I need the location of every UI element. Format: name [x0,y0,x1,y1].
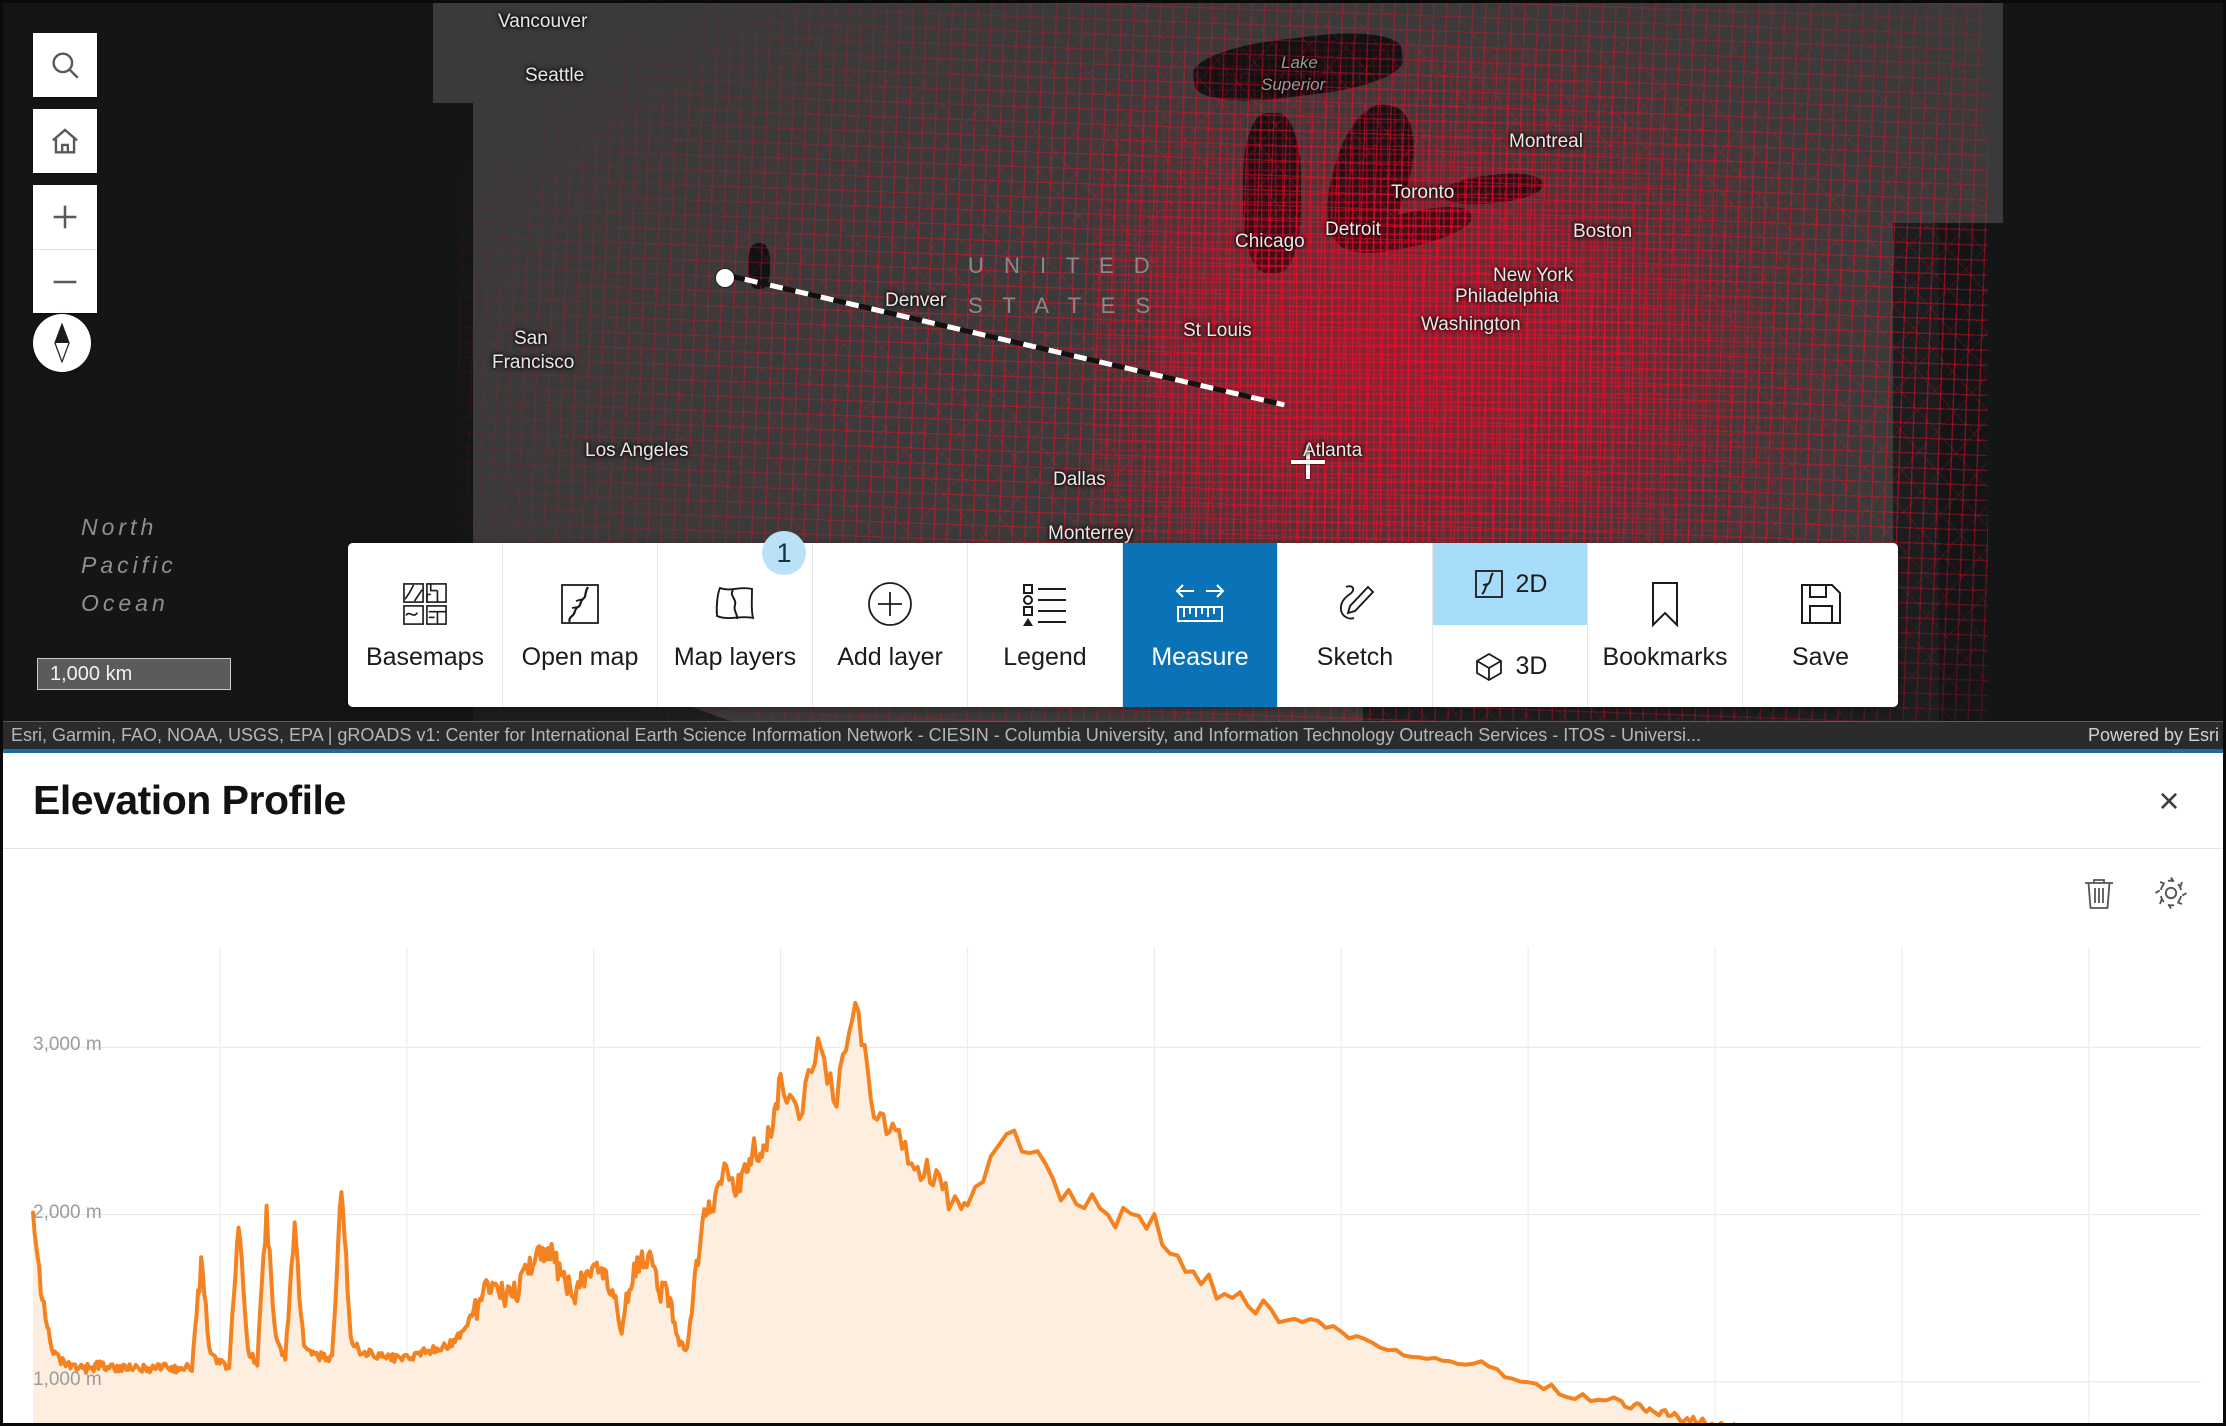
city-label-chicago: Chicago [1235,231,1305,252]
elevation-chart[interactable]: 0 m1,000 m2,000 m3,000 m [25,929,2207,1426]
city-label-san-francisco: San [514,328,548,349]
toolbar-item-bookmarks[interactable]: Bookmarks [1588,543,1743,707]
home-icon [52,128,78,154]
powered-by-esri: Powered by Esri [2087,725,2219,745]
toolbar-item-measure[interactable]: Measure [1123,543,1278,707]
city-label-toronto: Toronto [1391,182,1455,203]
elevation-profile-panel: Elevation Profile × 1,000 m 2,000 m 3,00… [3,749,2223,1426]
toolbar-label-map-layers: Map layers [673,642,797,671]
city-label-washington: Washington [1421,314,1521,335]
toolbar-label-add-layer: Add layer [837,642,943,671]
toolbar-item-open-map[interactable]: Open map [503,543,658,707]
add-layer-icon [862,579,918,629]
map-zoom-control[interactable] [33,185,97,313]
city-label-seattle: Seattle [525,65,585,86]
toolbar-item-save[interactable]: Save [1743,543,1898,707]
view-toggle-3d-label: 3D [1515,651,1548,680]
basemaps-icon [397,579,453,629]
bookmark-icon [1637,579,1693,629]
map-search-control[interactable] [33,33,97,97]
map-toolbar: Basemaps Open map 1 Map layers Add layer… [348,531,1898,707]
page-title: Elevation Profile [33,777,346,823]
city-label-dallas: Dallas [1053,469,1106,490]
city-label-philadelphia: Philadelphia [1455,286,1559,307]
lake-label-line-1: Lake [1281,53,1318,72]
attribution-text: Esri, Garmin, FAO, NOAA, USGS, EPA | gRO… [11,725,1701,745]
map-2d-icon [1474,570,1503,598]
city-label-montreal: Montreal [1509,131,1583,152]
city-label-detroit: Detroit [1325,219,1381,240]
toolbar-view-toggle: 2D 3D [1433,543,1588,707]
toolbar-item-basemaps[interactable]: Basemaps [348,543,503,707]
attribution-bar: Esri, Garmin, FAO, NOAA, USGS, EPA | gRO… [3,721,2223,749]
save-icon [1793,579,1849,629]
city-label-monterrey: Monterrey [1048,523,1134,544]
zoom-in-button[interactable] [33,185,97,249]
map-layers-icon [707,579,763,629]
country-label-line-1: U N I T E D [968,253,1157,278]
y-tick-label: 2,000 m [33,1201,102,1223]
measure-icon [1172,579,1228,629]
sketch-icon [1327,579,1383,629]
toolbar-item-map-layers[interactable]: 1 Map layers [658,531,813,707]
panel-header: Elevation Profile × [3,753,2223,849]
toolbar-label-legend: Legend [1003,642,1087,671]
search-icon [52,52,79,79]
city-label-new-york: New York [1493,265,1574,286]
measure-start-vertex[interactable] [716,269,734,287]
gear-icon[interactable] [2151,873,2191,913]
map-home-control[interactable] [33,109,97,173]
minus-icon [53,280,77,283]
view-toggle-2d[interactable]: 2D [1433,543,1587,625]
panel-tool-group [2079,873,2191,913]
app-root: Vancouver Seattle San Francisco Los Angeles D… [0,0,2226,1426]
y-tick-label: 1,000 m [33,1368,102,1390]
toolbar-label-measure: Measure [1151,642,1249,671]
city-label-atlanta: Atlanta [1303,440,1363,461]
view-toggle-2d-label: 2D [1515,569,1548,598]
toolbar-label-bookmarks: Bookmarks [1602,642,1728,671]
country-label-line-2: S T A T E S [968,293,1158,318]
city-label-san-francisco: Francisco [492,352,575,373]
close-icon[interactable]: × [2143,775,2195,827]
city-label-los-angeles: Los Angeles [585,440,689,461]
trash-icon[interactable] [2079,873,2119,913]
plus-icon [53,205,77,229]
toolbar-label-basemaps: Basemaps [365,642,485,671]
compass-icon [54,323,70,363]
map-layers-count-badge: 1 [762,531,806,575]
toolbar-item-legend[interactable]: Legend [968,543,1123,707]
toolbar-item-sketch[interactable]: Sketch [1278,543,1433,707]
compass-button[interactable] [33,314,91,372]
home-button[interactable] [33,109,97,173]
ocean-label-line-3: Ocean [81,590,169,616]
city-label-denver: Denver [885,290,947,311]
legend-icon [1017,579,1073,629]
view-toggle-3d[interactable]: 3D [1433,625,1587,707]
cube-3d-icon [1475,652,1502,682]
city-label-boston: Boston [1573,221,1633,242]
city-label-st-louis: St Louis [1183,320,1252,341]
lake-label-line-2: Superior [1261,75,1326,94]
elevation-profile-plot[interactable] [25,929,2207,1426]
zoom-out-button[interactable] [33,249,97,313]
scale-bar: 1,000 km [37,658,231,690]
search-button[interactable] [33,33,97,97]
toolbar-label-open-map: Open map [521,642,639,671]
toolbar-label-save: Save [1792,642,1849,671]
y-tick-label: 3,000 m [33,1034,102,1056]
ocean-label: North Pacific Ocean [81,508,177,622]
ocean-label-line-1: North [81,514,158,540]
toolbar-item-add-layer[interactable]: Add layer [813,543,968,707]
open-map-icon [552,579,608,629]
toolbar-label-sketch: Sketch [1316,642,1394,671]
ocean-label-line-2: Pacific [81,552,177,578]
city-label-vancouver: Vancouver [498,11,588,32]
